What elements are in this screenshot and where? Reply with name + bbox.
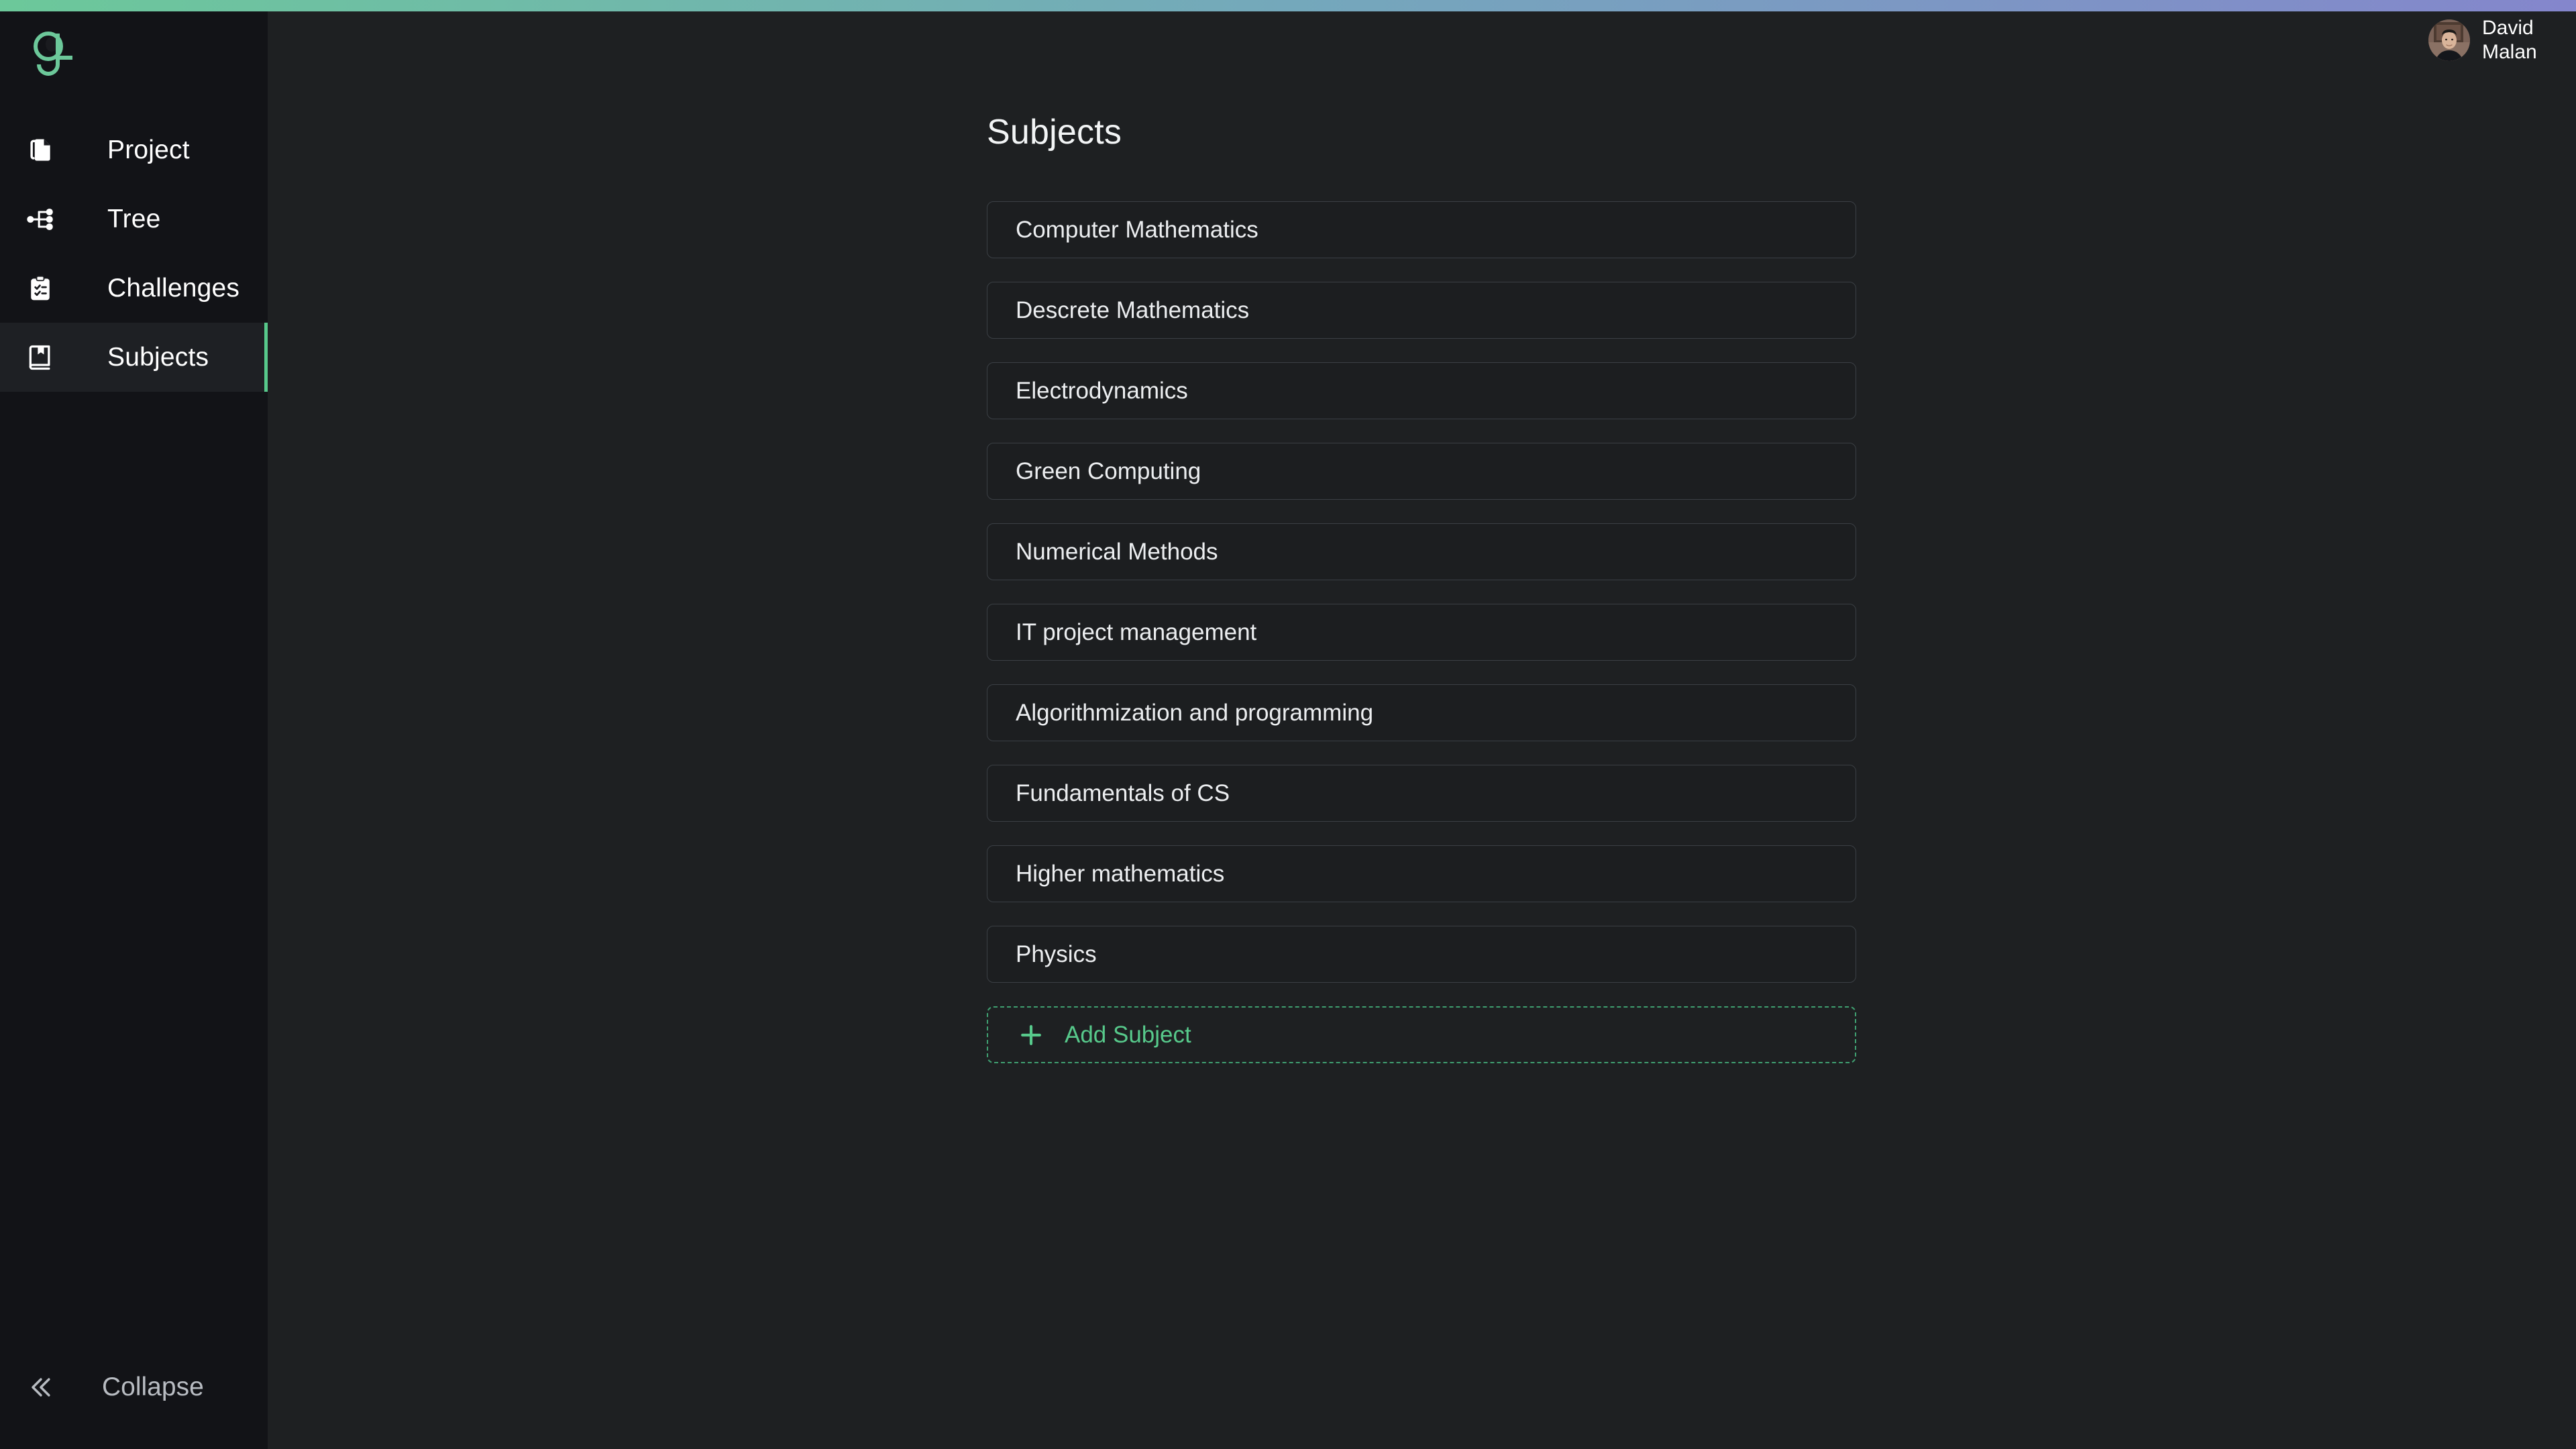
sidebar-nav: Project Tree Challenges Subjects <box>0 115 268 392</box>
top-gradient-bar <box>0 0 2576 11</box>
subject-card[interactable]: Higher mathematics <box>987 845 1856 902</box>
hierarchy-tree-icon <box>25 205 60 234</box>
logo-g-icon <box>34 31 72 76</box>
sidebar-item-label: Subjects <box>107 342 209 372</box>
subject-name: Green Computing <box>1016 458 1201 484</box>
subject-card[interactable]: Numerical Methods <box>987 523 1856 580</box>
subject-name: IT project management <box>1016 619 1257 645</box>
subject-card[interactable]: Descrete Mathematics <box>987 282 1856 339</box>
app-root: Project Tree Challenges Subjects Collaps… <box>0 0 2576 1449</box>
subject-list: Computer Mathematics Descrete Mathematic… <box>987 201 1856 1063</box>
subject-name: Numerical Methods <box>1016 538 1218 565</box>
clipboard-check-icon <box>25 274 60 303</box>
add-subject-label: Add Subject <box>1065 1021 1191 1048</box>
user-name: David Malan <box>2482 17 2537 63</box>
subject-name: Algorithmization and programming <box>1016 699 1374 726</box>
user-profile[interactable]: David Malan <box>2428 16 2552 64</box>
sidebar: Project Tree Challenges Subjects Collaps… <box>0 0 268 1449</box>
subject-card[interactable]: Computer Mathematics <box>987 201 1856 258</box>
book-bookmark-icon <box>25 343 60 372</box>
sidebar-item-tree[interactable]: Tree <box>0 184 268 254</box>
subject-card[interactable]: IT project management <box>987 604 1856 661</box>
subject-card[interactable]: Fundamentals of CS <box>987 765 1856 822</box>
subject-name: Fundamentals of CS <box>1016 780 1230 806</box>
sidebar-item-challenges[interactable]: Challenges <box>0 254 268 323</box>
user-avatar-photo <box>2428 19 2470 61</box>
subject-card[interactable]: Physics <box>987 926 1856 983</box>
subject-name: Higher mathematics <box>1016 860 1225 887</box>
page-title: Subjects <box>987 113 1122 152</box>
collapse-label: Collapse <box>102 1373 204 1401</box>
chevrons-left-icon <box>32 1378 50 1397</box>
sidebar-item-subjects[interactable]: Subjects <box>0 323 268 392</box>
subject-card[interactable]: Green Computing <box>987 443 1856 500</box>
subject-card[interactable]: Electrodynamics <box>987 362 1856 419</box>
subject-name: Computer Mathematics <box>1016 216 1258 243</box>
subject-card[interactable]: Algorithmization and programming <box>987 684 1856 741</box>
subject-name: Physics <box>1016 941 1097 967</box>
files-copy-icon <box>25 136 60 165</box>
sidebar-item-label: Project <box>107 135 190 164</box>
sidebar-item-label: Tree <box>107 204 161 233</box>
main-content: David Malan Subjects Computer Mathematic… <box>268 0 2576 1449</box>
sidebar-item-label: Challenges <box>107 273 240 303</box>
add-subject-button[interactable]: Add Subject <box>987 1006 1856 1063</box>
sidebar-item-project[interactable]: Project <box>0 115 268 184</box>
subjects-page: Subjects Computer Mathematics Descrete M… <box>268 11 2576 1063</box>
subject-name: Electrodynamics <box>1016 377 1188 404</box>
collapse-sidebar-button[interactable]: Collapse <box>0 1357 268 1417</box>
app-logo[interactable] <box>0 11 268 95</box>
subject-name: Descrete Mathematics <box>1016 297 1250 323</box>
plus-icon <box>1021 1024 1041 1045</box>
avatar <box>2428 19 2470 61</box>
